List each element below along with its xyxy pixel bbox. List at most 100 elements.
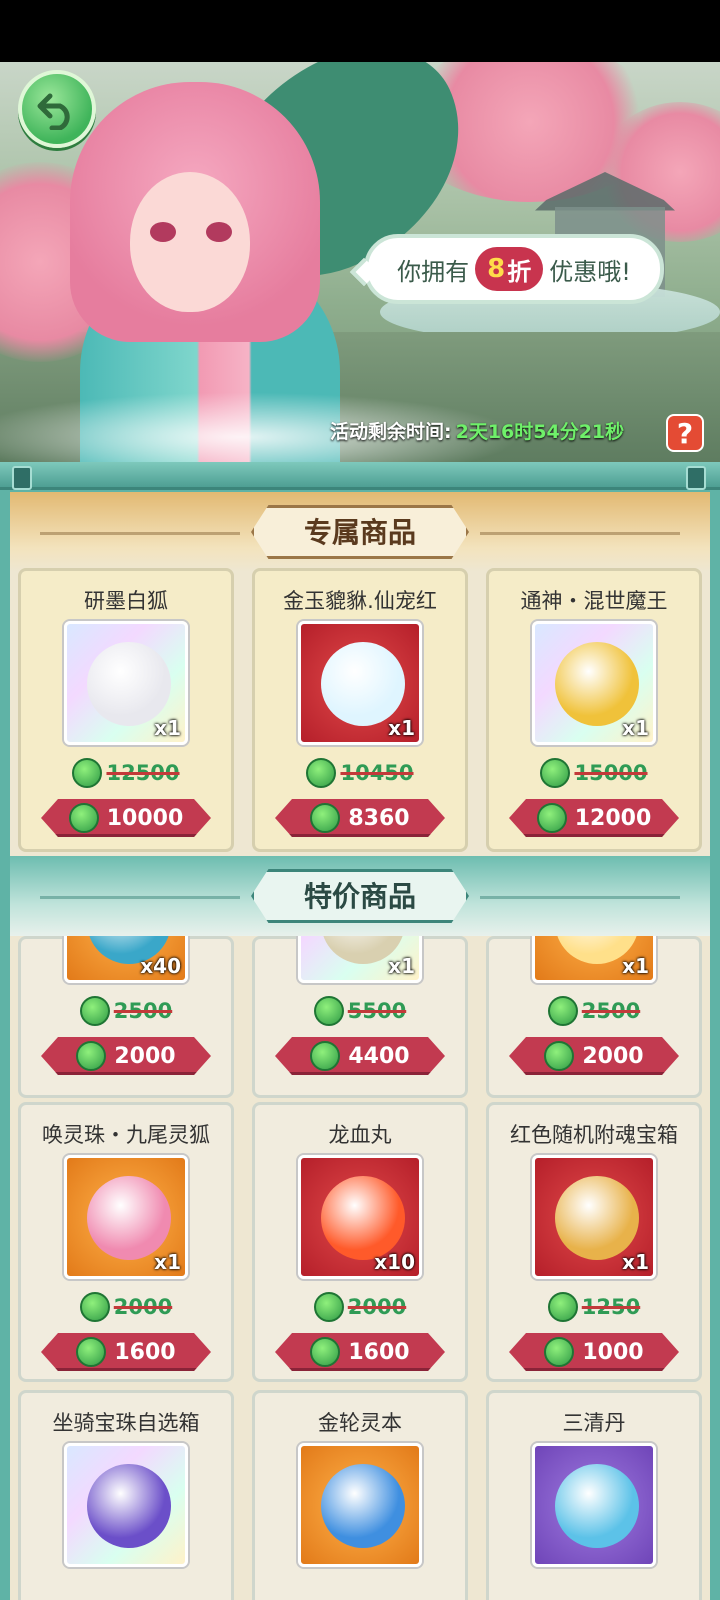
jade-coin-icon: [306, 758, 337, 788]
sale-price-value: 2000: [114, 1043, 176, 1069]
sale-price-value: 12000: [574, 805, 652, 831]
buy-button[interactable]: 1600: [41, 1333, 211, 1371]
item-quantity: x1: [154, 716, 181, 740]
panel-frame-top: [0, 462, 720, 490]
item-thumbnail[interactable]: [64, 1443, 188, 1567]
original-price: 2500: [21, 995, 231, 1027]
buy-button[interactable]: 12000: [509, 799, 679, 837]
shop-item-card[interactable]: 金轮灵本: [252, 1390, 468, 1600]
return-arrow-icon: [37, 93, 70, 130]
item-art-icon: [87, 1176, 171, 1260]
original-price-value: 1250: [581, 1295, 641, 1319]
shop-item-card[interactable]: 研墨白狐 x1 12500 10000: [18, 568, 234, 852]
buy-button[interactable]: 1000: [509, 1333, 679, 1371]
discount-unit: 折: [507, 257, 532, 286]
item-thumbnail[interactable]: x1: [64, 1155, 188, 1279]
item-name: 红色随机附魂宝箱: [510, 1123, 678, 1147]
item-thumbnail[interactable]: x1: [64, 621, 188, 745]
shop-item-card[interactable]: 龙血丸 x10 2000 1600: [252, 1102, 468, 1382]
buy-button[interactable]: 10000: [41, 799, 211, 837]
item-quantity: x10: [374, 1250, 415, 1274]
item-name: 研墨白狐: [84, 589, 168, 613]
buy-button[interactable]: 2000: [509, 1037, 679, 1075]
character-eye: [206, 222, 232, 242]
jade-coin-icon: [540, 758, 571, 788]
jade-coin-icon: [310, 803, 341, 833]
jade-coin-icon: [544, 1337, 575, 1367]
item-quantity: x1: [622, 1250, 649, 1274]
buy-button[interactable]: 2000: [41, 1037, 211, 1075]
shop-list[interactable]: 专属商品 研墨白狐 x1 12500 10000 金玉貔貅.仙宠红 x1 10450 8360…: [10, 492, 710, 1600]
jade-coin-icon: [72, 758, 103, 788]
buy-button[interactable]: 1600: [275, 1333, 445, 1371]
shop-panel: 专属商品 研墨白狐 x1 12500 10000 金玉貔貅.仙宠红 x1 10450 8360…: [0, 462, 720, 1600]
discount-bubble: 你拥有 8折 优惠哦!: [349, 234, 664, 304]
item-thumbnail[interactable]: x1: [532, 621, 656, 745]
shop-item-card[interactable]: 通神・混世魔王 x1 15000 12000: [486, 568, 702, 852]
shop-item-card[interactable]: x40 2500 2000: [18, 859, 234, 1098]
jade-coin-icon: [313, 1292, 344, 1322]
shop-item-card[interactable]: 坐骑宝珠自选箱: [18, 1390, 234, 1600]
frame-pin: [12, 466, 32, 490]
item-art-icon: [87, 642, 171, 726]
shop-item-card[interactable]: 三清丹: [486, 1390, 702, 1600]
item-thumbnail[interactable]: [298, 1443, 422, 1567]
header-divider: [40, 896, 240, 899]
jade-coin-icon: [547, 996, 578, 1026]
original-price: 15000: [489, 757, 699, 789]
sale-price-value: 1000: [582, 1339, 644, 1365]
help-button[interactable]: ?: [666, 414, 704, 452]
original-price-value: 2000: [113, 1295, 173, 1319]
item-name: 坐骑宝珠自选箱: [52, 1411, 200, 1435]
original-price: 5500: [255, 995, 465, 1027]
header-divider: [480, 896, 680, 899]
item-thumbnail[interactable]: x1: [532, 1155, 656, 1279]
item-art-icon: [555, 642, 639, 726]
shop-item-card[interactable]: x1 5500 4400: [252, 859, 468, 1098]
item-thumbnail[interactable]: x1: [298, 621, 422, 745]
original-price-value: 2000: [347, 1295, 407, 1319]
jade-coin-icon: [544, 1041, 575, 1071]
jade-coin-icon: [310, 1337, 341, 1367]
item-thumbnail[interactable]: x10: [298, 1155, 422, 1279]
frame-pin: [686, 466, 706, 490]
item-name: 金轮灵本: [318, 1411, 402, 1435]
buy-button[interactable]: 8360: [275, 799, 445, 837]
buy-button[interactable]: 4400: [275, 1037, 445, 1075]
original-price: 2500: [489, 995, 699, 1027]
sale-price-value: 2000: [582, 1043, 644, 1069]
shop-item-card[interactable]: 红色随机附魂宝箱 x1 1250 1000: [486, 1102, 702, 1382]
item-art-icon: [321, 1176, 405, 1260]
original-price: 12500: [21, 757, 231, 789]
jade-coin-icon: [76, 1337, 107, 1367]
jade-coin-icon: [79, 996, 110, 1026]
item-quantity: x1: [154, 1250, 181, 1274]
original-price-value: 2500: [581, 999, 641, 1023]
status-bar: [0, 0, 720, 62]
discount-tag: 8折: [475, 247, 544, 291]
shop-item-card[interactable]: x1 2500 2000: [486, 859, 702, 1098]
item-art-icon: [321, 1464, 405, 1548]
sale-price-value: 1600: [348, 1339, 410, 1365]
original-price-value: 10450: [340, 761, 414, 785]
shop-item-card[interactable]: 金玉貔貅.仙宠红 x1 10450 8360: [252, 568, 468, 852]
event-timer: 活动剩余时间: 2天16时54分21秒: [330, 410, 624, 450]
item-thumbnail[interactable]: [532, 1443, 656, 1567]
character-eye: [150, 222, 176, 242]
jade-coin-icon: [536, 803, 567, 833]
original-price: 1250: [489, 1291, 699, 1323]
bubble-prefix: 你拥有: [397, 257, 470, 286]
original-price-value: 5500: [347, 999, 407, 1023]
sale-price-value: 4400: [348, 1043, 410, 1069]
back-button[interactable]: [18, 70, 96, 148]
exclusive-section-title: 专属商品: [250, 505, 469, 559]
special-section-header: 特价商品: [10, 856, 710, 936]
original-price-value: 12500: [106, 761, 180, 785]
item-name: 金玉貔貅.仙宠红: [283, 589, 437, 613]
sale-price-value: 1600: [114, 1339, 176, 1365]
original-price-value: 15000: [574, 761, 648, 785]
item-quantity: x1: [622, 954, 649, 978]
item-name: 唤灵珠・九尾灵狐: [42, 1123, 210, 1147]
shop-item-card[interactable]: 唤灵珠・九尾灵狐 x1 2000 1600: [18, 1102, 234, 1382]
original-price: 2000: [21, 1291, 231, 1323]
